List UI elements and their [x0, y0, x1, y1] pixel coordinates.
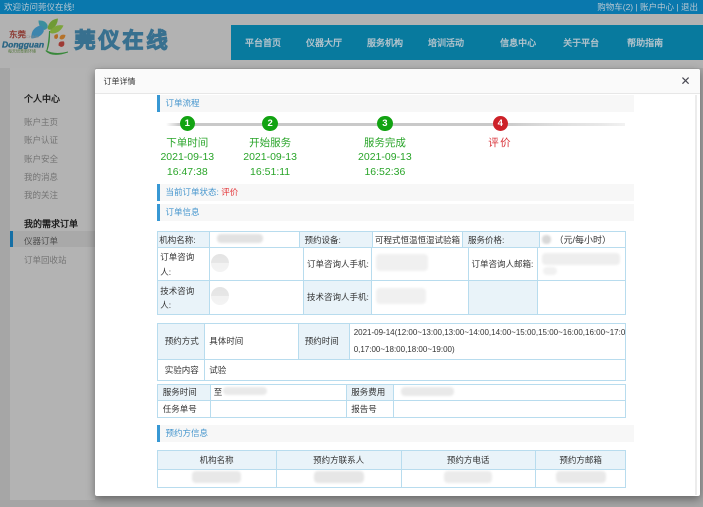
svg-text:CHINA: CHINA: [26, 34, 39, 39]
svg-text:东莞: 东莞: [9, 30, 27, 40]
svg-text:每天培育新环境: 每天培育新环境: [8, 48, 36, 54]
svg-text:莞仪在线: 莞仪在线: [75, 29, 171, 53]
